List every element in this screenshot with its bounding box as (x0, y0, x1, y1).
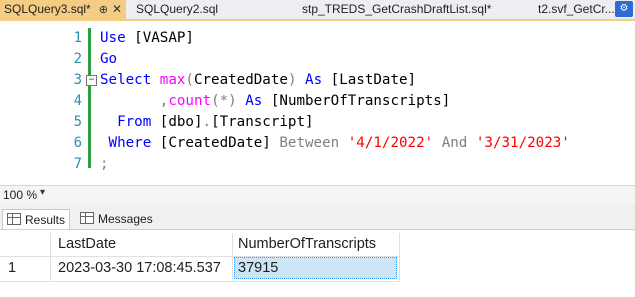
code-token: [Transcript] (211, 114, 314, 130)
line-number: 7 (73, 156, 82, 172)
tab-label: SQLQuery3.sql* (4, 2, 91, 16)
tab-label: SQLQuery2.sql (136, 2, 219, 16)
tab-t2-svf-getcr[interactable]: t2.svf_GetCr... (538, 0, 615, 19)
line-number: 1 (73, 30, 82, 46)
editor-status-bar: 100 % ▾ (0, 185, 635, 206)
line-number: 5 (73, 114, 82, 130)
code-token: . (202, 114, 212, 130)
code-text: Use [VASAP] (100, 28, 194, 49)
code-token: (*) (211, 93, 237, 109)
document-tab-strip: SQLQuery3.sql* ⊕ ✕ SQLQuery2.sql stp_TREDS… (0, 0, 635, 21)
tab-sqlquery3[interactable]: SQLQuery3.sql* ⊕ ✕ (0, 0, 126, 19)
tab-stp-treds-getcrashdraftlist[interactable]: stp_TREDS_GetCrashDraftList.sql* (302, 0, 491, 19)
table-row[interactable]: 1 2023-03-30 17:08:45.537 37915 (0, 257, 635, 281)
results-tab-strip: Results Messages (0, 205, 635, 230)
code-token: [CreatedDate] (151, 135, 280, 151)
code-token: Select (100, 72, 152, 88)
code-token: Use (100, 30, 126, 46)
code-token: [VASAP] (125, 30, 194, 46)
tab-messages-label: Messages (98, 212, 153, 226)
zoom-level[interactable]: 100 % (3, 188, 37, 202)
code-token: Go (100, 51, 118, 67)
line-number: 4 (73, 93, 82, 109)
code-token: From (117, 114, 152, 130)
code-token: [dbo] (151, 114, 203, 130)
close-icon[interactable]: ✕ (112, 0, 122, 19)
code-text: Go (100, 49, 117, 70)
code-text: From [dbo].[Transcript] (100, 112, 314, 133)
grid-icon (7, 213, 21, 225)
line-number: 3 (73, 72, 82, 88)
sql-editor[interactable]: 1 Use [VASAP] 2 Go 3− Select max(CreatedDate)… (0, 21, 635, 179)
code-token: count (168, 93, 212, 109)
tab-sqlquery2[interactable]: SQLQuery2.sql (136, 0, 218, 19)
messages-icon (80, 212, 94, 224)
tab-messages[interactable]: Messages (76, 209, 157, 229)
tab-label: stp_TREDS_GetCrashDraftList.sql* (302, 2, 492, 16)
code-token: '4/1/2022' (347, 135, 434, 151)
grid-divider (0, 281, 400, 282)
code-token: As (245, 93, 263, 109)
code-text: Where [CreatedDate] Between '4/1/2022' A… (100, 133, 570, 154)
code-token: ; (100, 156, 109, 172)
code-text: Select max(CreatedDate) As [LastDate] (100, 70, 416, 91)
code-token: And (441, 135, 468, 151)
code-token: '3/31/2023' (475, 135, 570, 151)
chevron-down-icon[interactable]: ▾ (40, 187, 45, 198)
grid-header-row: LastDate NumberOfTranscripts (0, 233, 635, 256)
code-token: As (305, 72, 323, 88)
code-text: ; (100, 154, 109, 175)
grid-divider (50, 233, 51, 281)
code-token: CreatedDate (193, 72, 288, 88)
collapse-icon[interactable]: − (86, 75, 97, 86)
code-text: ,count(*) As [NumberOfTranscripts] (100, 91, 450, 112)
change-tracking-bar (88, 28, 91, 168)
grid-divider (399, 233, 400, 281)
code-token: [NumberOfTranscripts] (262, 93, 451, 109)
code-token: Where (108, 135, 152, 151)
tab-overflow-icon[interactable]: ⚙ (615, 1, 633, 17)
code-token: ( (185, 72, 194, 88)
column-header-lastdate[interactable]: LastDate (58, 233, 116, 256)
line-number: 6 (73, 135, 82, 151)
cell-numberoftranscripts[interactable]: 37915 (238, 257, 278, 280)
code-token: max (159, 72, 186, 88)
code-token: Between (279, 135, 340, 151)
line-number: 2 (73, 51, 82, 67)
code-token: [LastDate] (322, 72, 417, 88)
row-number[interactable]: 1 (8, 257, 16, 280)
grid-divider (232, 233, 233, 281)
tab-results-label: Results (25, 213, 66, 227)
column-header-numberoftranscripts[interactable]: NumberOfTranscripts (238, 233, 376, 256)
tab-label: t2.svf_GetCr... (538, 2, 615, 16)
cell-lastdate[interactable]: 2023-03-30 17:08:45.537 (58, 257, 221, 280)
results-grid[interactable]: LastDate NumberOfTranscripts 1 2023-03-3… (0, 229, 635, 297)
pin-icon[interactable]: ⊕ (99, 1, 108, 20)
tab-results[interactable]: Results (2, 209, 71, 230)
